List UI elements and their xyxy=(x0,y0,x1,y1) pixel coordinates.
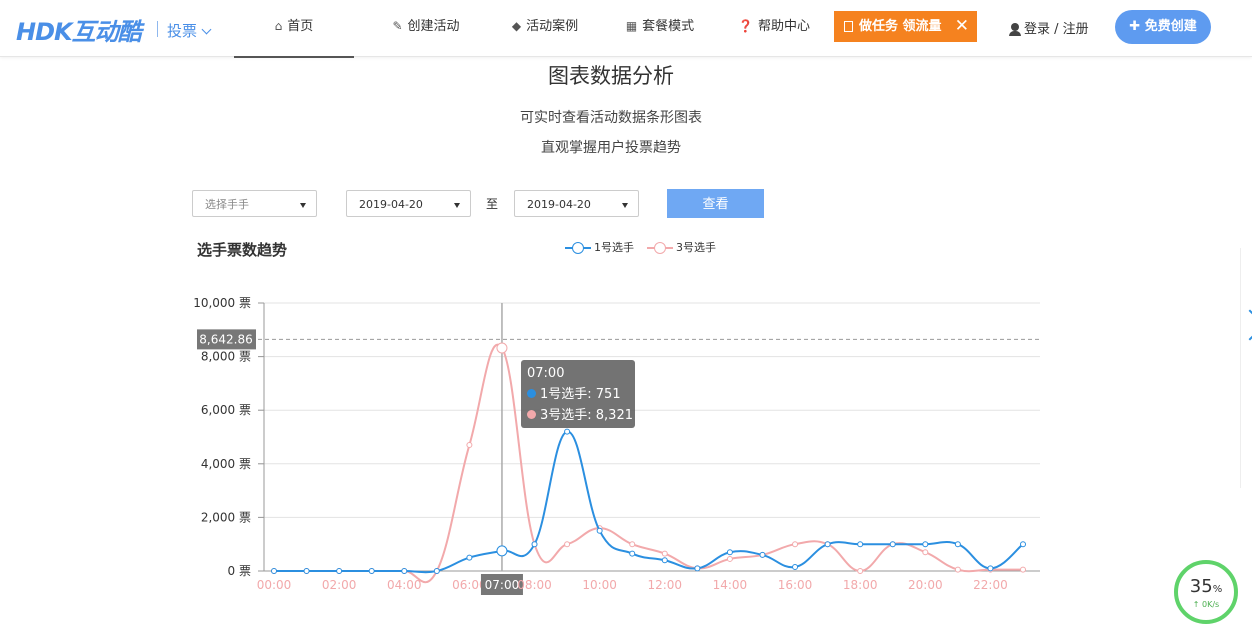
data-point xyxy=(759,551,766,558)
tooltip-row-1: 1号选手: 751 xyxy=(527,383,635,402)
data-point xyxy=(954,566,961,573)
x-tick-label: 00:00 xyxy=(257,578,292,592)
data-point xyxy=(889,541,896,548)
x-tick-label: 22:00 xyxy=(973,578,1008,592)
data-point xyxy=(922,549,929,556)
data-point xyxy=(596,527,603,534)
progress-value: 35 xyxy=(1189,576,1213,597)
x-tick-label: 02:00 xyxy=(322,578,357,592)
data-point xyxy=(564,428,571,435)
y-tick-label: 6,000 票 xyxy=(201,403,251,417)
x-tick-label: 20:00 xyxy=(908,578,943,592)
x-tick-label: 04:00 xyxy=(387,578,422,592)
x-tick-label: 14:00 xyxy=(713,578,748,592)
value-marker-label: 8,642.86 xyxy=(199,332,252,346)
data-point xyxy=(368,568,375,574)
progress-speed: ↑ 0K/s xyxy=(1192,600,1220,609)
data-point xyxy=(922,541,929,548)
y-tick-label: 0 票 xyxy=(228,564,251,578)
data-point xyxy=(1020,566,1026,573)
data-point xyxy=(857,541,864,548)
x-tick-label: 16:00 xyxy=(778,578,813,592)
vote-trend-chart[interactable]: 0 票 2,000 票 4,000 票 6,000 票 8,000 票 10,000 票 8… xyxy=(0,0,1252,606)
progress-percent: 35% xyxy=(1178,576,1234,597)
data-point xyxy=(336,568,343,574)
data-point xyxy=(954,541,961,548)
data-point xyxy=(531,541,538,548)
series-3-dot-icon xyxy=(527,410,536,419)
x-tick-label: 08:00 xyxy=(517,578,552,592)
tooltip-time: 07:00 xyxy=(527,366,565,381)
side-panel-toggle[interactable] xyxy=(1234,248,1252,488)
y-tick-label: 8,000 票 xyxy=(201,350,251,364)
data-point xyxy=(433,568,440,574)
y-tick-label: 4,000 票 xyxy=(201,457,251,471)
data-point xyxy=(792,541,799,548)
tooltip-row-1-text: 1号选手: 751 xyxy=(540,387,621,402)
data-point xyxy=(726,555,733,562)
data-point xyxy=(824,541,831,548)
data-point xyxy=(303,568,310,574)
data-point xyxy=(726,549,733,556)
network-speed-widget[interactable]: 35% ↑ 0K/s xyxy=(1174,560,1238,624)
data-point xyxy=(401,568,408,574)
data-point xyxy=(629,541,636,548)
x-tick-label: 10:00 xyxy=(582,578,617,592)
data-point xyxy=(629,550,636,557)
progress-unit: % xyxy=(1212,584,1223,595)
data-point xyxy=(857,568,864,574)
tooltip-row-2-text: 3号选手: 8,321 xyxy=(540,408,633,423)
data-point xyxy=(466,442,473,449)
data-point xyxy=(694,565,701,572)
data-point xyxy=(661,550,668,557)
data-point xyxy=(496,342,508,354)
series-1-dot-icon xyxy=(527,389,536,398)
x-tick-label: 12:00 xyxy=(647,578,682,592)
data-point xyxy=(792,563,799,570)
x-tick-label: 18:00 xyxy=(843,578,878,592)
series-line-1 xyxy=(273,430,1024,574)
tooltip-row-2: 3号选手: 8,321 xyxy=(527,404,635,423)
data-point xyxy=(496,545,508,557)
data-point xyxy=(987,565,994,572)
y-tick-label: 10,000 票 xyxy=(193,296,251,310)
x-tick-label: 07:00 xyxy=(485,578,520,592)
y-tick-label: 2,000 票 xyxy=(201,510,251,524)
data-point xyxy=(271,568,277,574)
data-point xyxy=(661,557,668,564)
chart-tooltip: 07:00 1号选手: 751 3号选手: 8,321 xyxy=(521,360,635,428)
data-point xyxy=(564,541,571,548)
data-point xyxy=(1020,541,1026,548)
data-point xyxy=(466,554,473,561)
